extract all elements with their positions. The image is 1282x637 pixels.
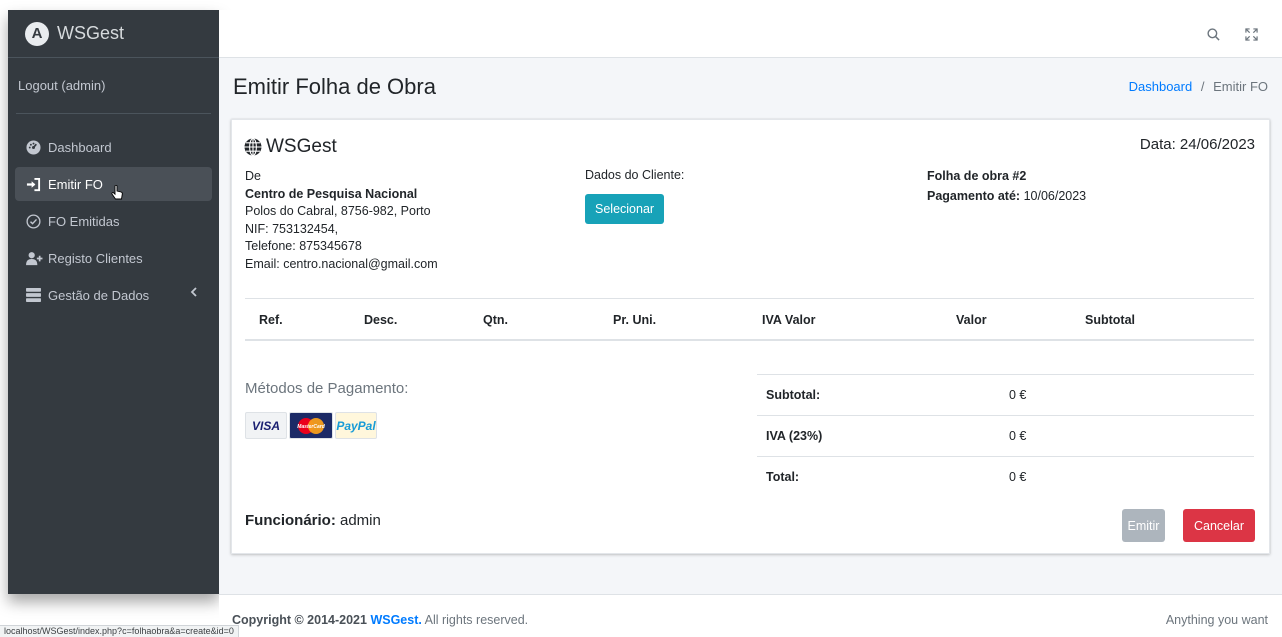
breadcrumb-current: Emitir FO [1213, 79, 1268, 94]
search-icon[interactable] [1203, 24, 1223, 44]
fullscreen-icon[interactable] [1241, 24, 1261, 44]
copyright-text: Copyright © 2014-2021 [232, 613, 371, 627]
emit-button[interactable]: Emitir [1122, 509, 1165, 542]
breadcrumb-separator: / [1200, 79, 1205, 94]
table-header-cell: Valor [956, 313, 987, 327]
from-label: De [245, 169, 261, 183]
payment-due: Pagamento até: 10/06/2023 [927, 186, 1086, 206]
sidebar: A WSGest Logout (admin) Dashboard Emitir… [8, 10, 219, 594]
server-icon [26, 288, 48, 302]
footer-brand-link[interactable]: WSGest. [370, 613, 421, 627]
invoice-brand-text: WSGest [266, 136, 337, 157]
sidebar-nav: Dashboard Emitir FO FO Emitidas Registo … [8, 114, 219, 312]
company-phone: Telefone: 875345678 [245, 239, 362, 253]
items-table-header: Ref. Desc. Qtn. Pr. Uni. IVA Valor Valor… [245, 298, 1254, 341]
user-panel: Logout (admin) [16, 58, 211, 114]
table-header-cell: Qtn. [483, 313, 508, 327]
company-name: Centro de Pesquisa Nacional [245, 186, 418, 201]
employee-info: Funcionário: admin [245, 512, 381, 529]
cancel-button[interactable]: Cancelar [1183, 509, 1255, 542]
invoice-brand: WSGest [244, 136, 337, 158]
rights-text: All rights reserved. [421, 613, 529, 627]
sidebar-item-label: Dashboard [48, 139, 112, 155]
invoice-date: Data: 24/06/2023 [1139, 136, 1255, 153]
sign-in-icon [26, 177, 48, 192]
mastercard-logo: MasterCard [297, 417, 326, 434]
client-label: Dados do Cliente: [585, 168, 685, 182]
payment-due-date: 10/06/2023 [1020, 189, 1087, 203]
totals-table: Subtotal: 0 € IVA (23%) 0 € Total: 0 € [757, 374, 1254, 497]
table-header-cell: Ref. [259, 313, 283, 327]
totals-value: 0 € [1009, 429, 1027, 443]
sidebar-item-registo-clientes[interactable]: Registo Clientes [15, 241, 212, 275]
sidebar-item-fo-emitidas[interactable]: FO Emitidas [15, 204, 212, 238]
payment-methods: VISA MasterCard PayPal [245, 412, 377, 439]
totals-label: IVA (23%) [766, 429, 823, 443]
totals-value: 0 € [1009, 470, 1027, 484]
dashboard-icon [26, 139, 48, 155]
breadcrumb-dashboard-link[interactable]: Dashboard [1129, 79, 1193, 94]
footer: Copyright © 2014-2021 WSGest. All rights… [219, 594, 1282, 637]
company-email: Email: centro.nacional@gmail.com [245, 256, 438, 271]
sidebar-item-label: Gestão de Dados [48, 287, 150, 303]
employee-name: admin [335, 512, 381, 529]
sidebar-item-dashboard[interactable]: Dashboard [15, 130, 212, 164]
check-circle-icon [26, 213, 48, 229]
company-address: Polos do Cabral, 8756-982, Porto [245, 204, 431, 218]
employee-label: Funcionário: [245, 512, 336, 529]
mastercard-label: MasterCard [297, 424, 325, 430]
sidebar-item-label: Emitir FO [48, 176, 103, 192]
client-info: Dados do Cliente: Selecionar [585, 168, 684, 224]
invoice-info: Folha de obra #2 Pagamento até: 10/06/20… [927, 168, 1086, 206]
sidebar-item-emitir-fo[interactable]: Emitir FO [15, 167, 212, 201]
brand-text: WSGest [57, 23, 125, 43]
sidebar-item-label: FO Emitidas [48, 213, 120, 229]
totals-value: 0 € [1009, 388, 1027, 402]
totals-label: Subtotal: [766, 388, 821, 402]
invoice-card: WSGest Data: 24/06/2023 De Centro de Pes… [231, 119, 1270, 554]
totals-label: Total: [766, 470, 800, 484]
totals-row: Total: 0 € [757, 456, 1254, 497]
brand-logo-icon: A [25, 21, 49, 46]
globe-icon [244, 138, 262, 156]
fo-number: Folha de obra #2 [927, 169, 1027, 183]
totals-row: IVA (23%) 0 € [757, 415, 1254, 456]
company-nif: NIF: 753132454, [245, 221, 339, 236]
breadcrumb: Dashboard / Emitir FO [1129, 79, 1268, 94]
chevron-left-icon [190, 286, 198, 300]
user-plus-icon [26, 251, 48, 266]
page-title: Emitir Folha de Obra [233, 74, 436, 99]
totals-row: Subtotal: 0 € [757, 374, 1254, 415]
paypal-icon: PayPal [335, 412, 377, 439]
table-header-cell: Desc. [364, 313, 398, 327]
top-navbar [219, 10, 1282, 58]
table-header-cell: Subtotal [1085, 313, 1135, 327]
brand-link[interactable]: A WSGest [8, 10, 219, 58]
content-wrapper: Emitir Folha de Obra Dashboard / Emitir … [219, 58, 1282, 594]
sidebar-item-gestao-dados[interactable]: Gestão de Dados [15, 278, 212, 312]
table-header-cell: IVA Valor [762, 313, 816, 327]
browser-status-url: localhost/WSGest/index.php?c=folhaobra&a… [0, 625, 239, 637]
footer-right-text: Anything you want [1165, 613, 1268, 627]
footer-copyright: Copyright © 2014-2021 WSGest. All rights… [232, 613, 528, 627]
sidebar-item-label: Registo Clientes [48, 250, 143, 266]
payment-methods-title: Métodos de Pagamento: [245, 380, 409, 397]
table-header-cell: Pr. Uni. [613, 313, 657, 327]
from-address: De Centro de Pesquisa Nacional Polos do … [245, 168, 438, 273]
mastercard-icon: MasterCard [289, 412, 333, 439]
visa-icon: VISA [245, 412, 287, 439]
hand-cursor-icon [111, 184, 123, 204]
payment-due-label: Pagamento até: [927, 189, 1021, 203]
select-client-button[interactable]: Selecionar [585, 194, 665, 224]
logout-link[interactable]: Logout (admin) [18, 78, 105, 93]
